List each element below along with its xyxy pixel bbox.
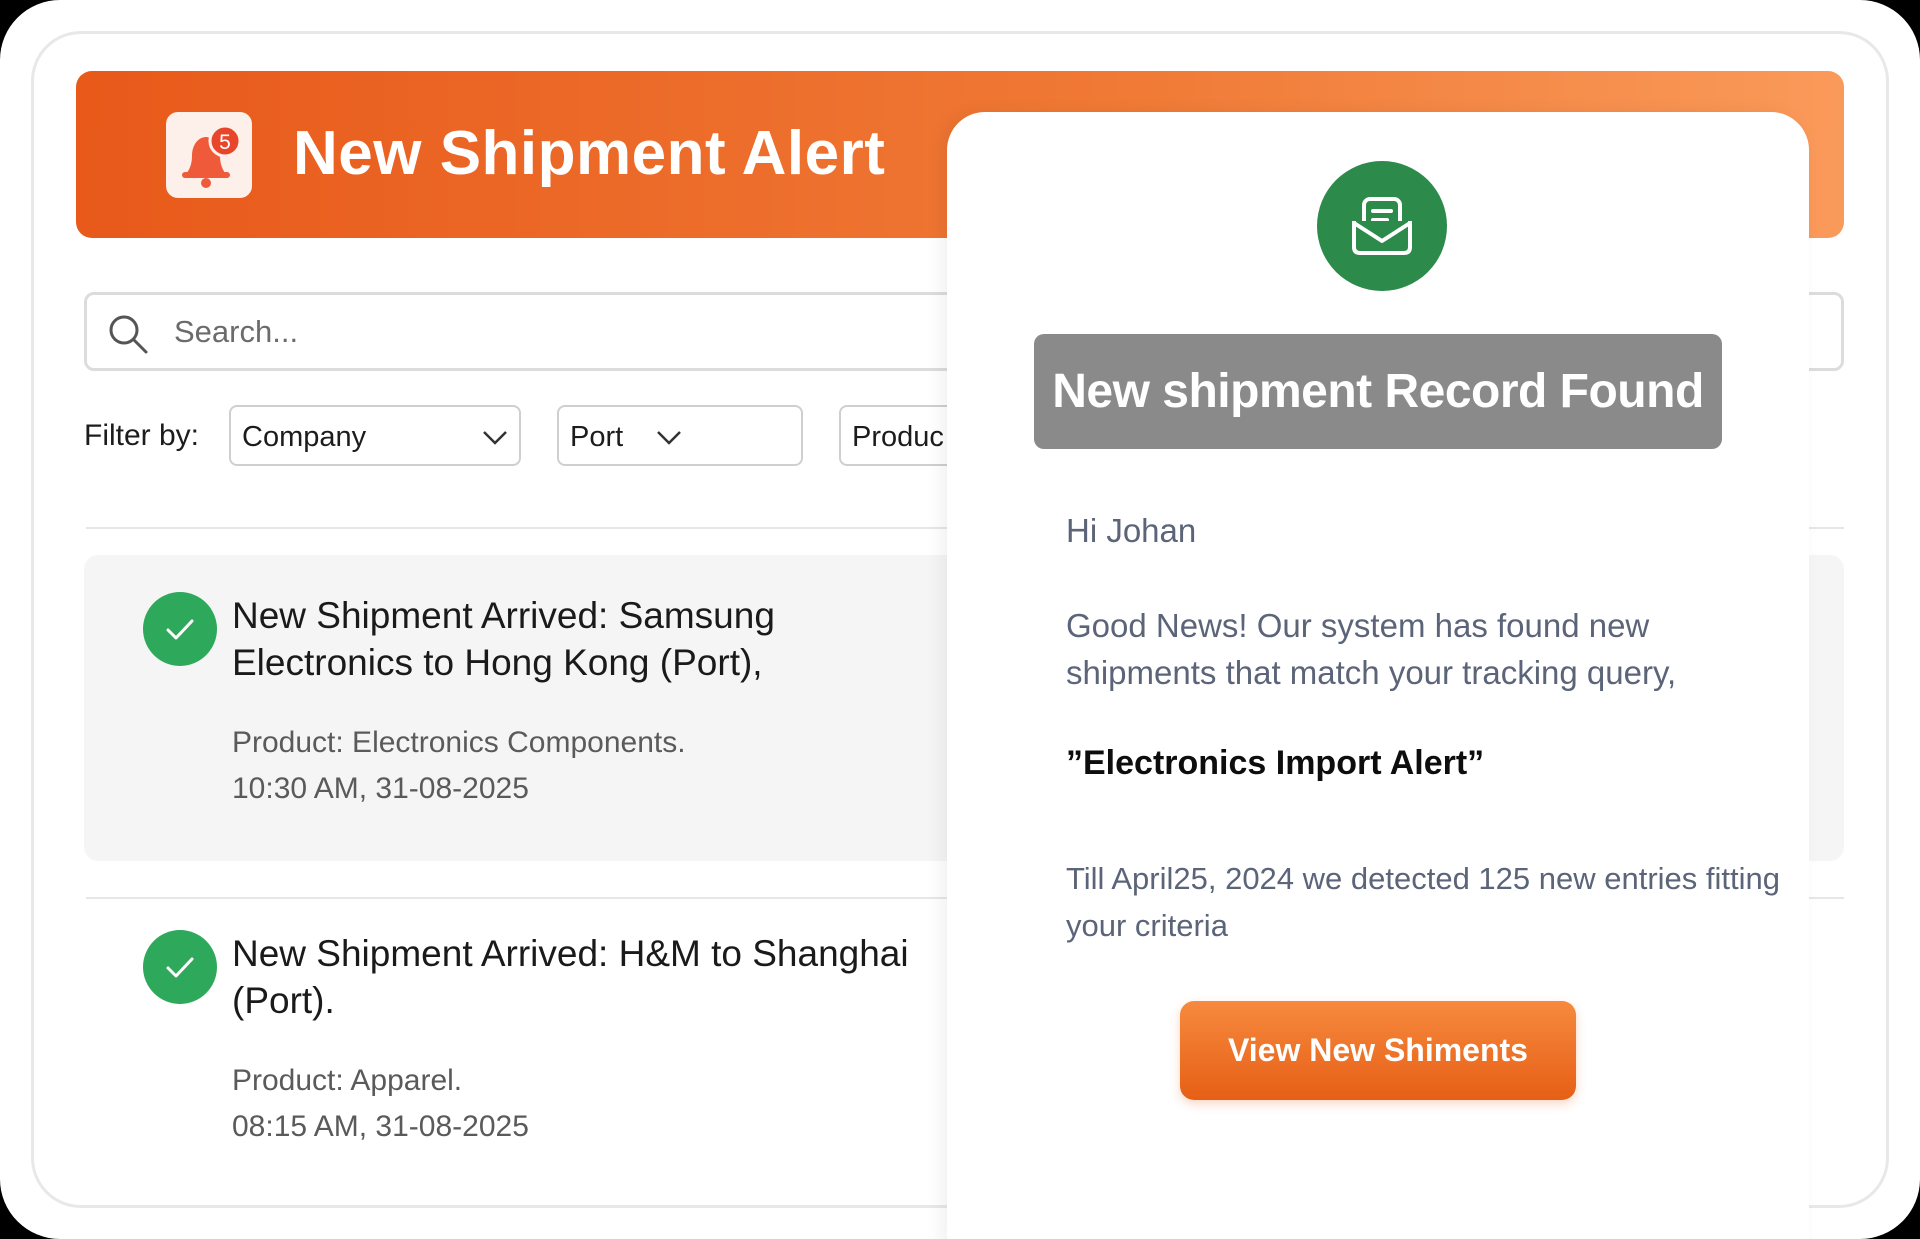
notification-bell-icon[interactable]: 5 <box>166 112 252 198</box>
search-icon <box>109 315 148 354</box>
search-input[interactable] <box>174 308 874 356</box>
shipment-product: Product: Electronics Components. <box>232 726 686 759</box>
view-new-shipments-button[interactable]: View New Shiments <box>1180 1001 1576 1100</box>
page-title: New Shipment Alert <box>293 119 886 188</box>
port-filter-label: Port <box>570 421 624 453</box>
message-text: Good News! Our system has found new ship… <box>1066 607 1677 691</box>
app-window: 5 New Shipment Alert Filter by: Company … <box>0 0 1920 1239</box>
notification-count: 5 <box>219 131 231 154</box>
shipment-time: 10:30 AM, 31-08-2025 <box>232 772 529 805</box>
modal-heading: New shipment Record Found <box>1034 334 1722 449</box>
shipment-title: New Shipment Arrived: Samsung Electronic… <box>232 595 775 683</box>
detected-text: Till April25, 2024 we detected 125 new e… <box>1066 861 1780 943</box>
company-filter-dropdown[interactable]: Company <box>229 405 521 466</box>
chevron-down-icon <box>657 431 681 445</box>
company-filter-label: Company <box>242 421 367 453</box>
chevron-down-icon <box>483 431 507 445</box>
port-filter-dropdown[interactable]: Port <box>557 405 803 466</box>
greeting-text: Hi Johan <box>1066 512 1197 549</box>
check-icon <box>143 592 217 666</box>
shipment-title: New Shipment Arrived: H&M to Shanghai (P… <box>232 933 909 1021</box>
query-name: ”Electronics Import Alert” <box>1066 744 1485 782</box>
mail-icon <box>1317 161 1447 291</box>
shipment-time: 08:15 AM, 31-08-2025 <box>232 1110 529 1143</box>
filter-label: Filter by: <box>84 419 200 452</box>
product-filter-label: Produc <box>852 421 944 453</box>
check-icon <box>143 930 217 1004</box>
shipment-product: Product: Apparel. <box>232 1064 463 1097</box>
